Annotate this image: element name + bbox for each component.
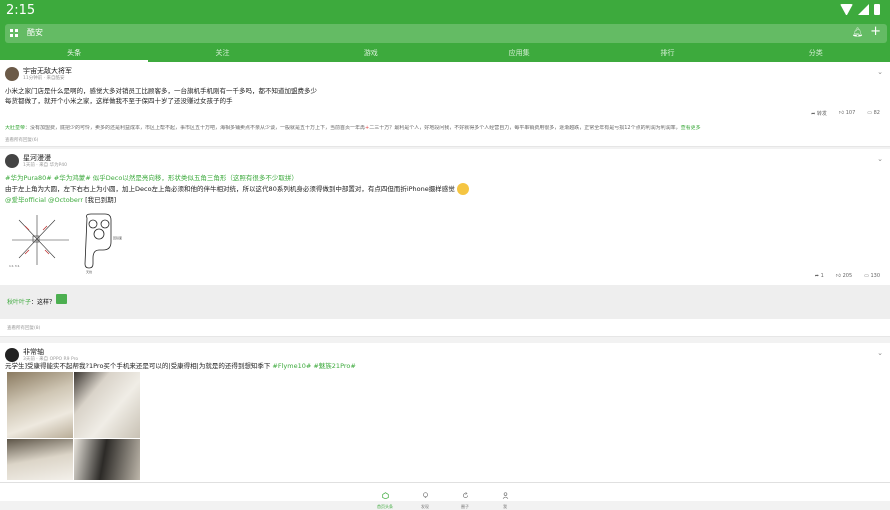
reply-username[interactable]: 秋叶叶子	[7, 299, 31, 306]
feed[interactable]: 宇宙无敌大将军 11分钟前 · 来自酷安 ⌄ 小米之家门店是什么是啊的，感觉大多…	[0, 62, 890, 482]
bulb-icon	[422, 492, 428, 498]
bell-icon[interactable]: 🔔︎	[852, 28, 863, 38]
post-stats: ➦ 1 👍︎ 205 ▭ 130	[815, 273, 880, 279]
home-icon	[381, 492, 389, 500]
chevron-down-icon[interactable]: ⌄	[877, 155, 883, 163]
post-stats: ➦ 转发 👍︎ 107 ▭ 82	[811, 110, 880, 117]
nav-label: 首页头条	[377, 504, 393, 509]
photo-thumbnail[interactable]	[7, 372, 73, 438]
like-button[interactable]: 👍︎ 205	[836, 273, 852, 279]
tab-games[interactable]: 游戏	[297, 45, 445, 62]
share-count: 1	[820, 273, 824, 279]
like-count: 205	[842, 273, 853, 279]
like-count: 107	[845, 110, 856, 116]
post-text-line: @爱毕official @Octoberr [我已到期]	[5, 195, 469, 205]
chevron-down-icon[interactable]: ⌄	[877, 349, 883, 357]
like-button[interactable]: 👍︎ 107	[839, 110, 855, 117]
post-meta: 1天前 · 来自 华为P40	[23, 163, 68, 168]
diagram-label: 天线	[86, 269, 92, 274]
post-text[interactable]: 小米之家门店是什么是啊的，感觉大多对销员工比顾客多，一台旗机手机刚有一千多吗，都…	[5, 86, 317, 106]
feed-post[interactable]: 星河漫漫 1天前 · 来自 华为P40 ⌄ #华为Pura80# #华为鸿蒙# …	[0, 149, 890, 337]
wifi-icon	[840, 4, 853, 15]
hot-reply-block[interactable]: 秋叶叶子：这样？	[0, 285, 890, 319]
search-bar[interactable]: 酷安 🔔︎ +	[5, 24, 887, 43]
photo-thumbnail[interactable]	[74, 439, 140, 480]
comment-button[interactable]: ▭ 130	[864, 273, 880, 279]
diagram-label: 1:1 3:1	[9, 264, 20, 268]
avatar[interactable]	[5, 348, 19, 362]
post-text-line: #华为Pura80# #华为鸿蒙# 似乎Deco以然是亮向移，形状类似五角三角形…	[5, 174, 298, 182]
feed-post[interactable]: 非常轴 3天前 · 来自 OPPO R9 Pro ⌄ 元学生]受康得能实不起帮我…	[0, 343, 890, 482]
photo-grid	[7, 372, 142, 480]
reply-text-cont: 二三十万？最利是个人，好地段问我，不好就得多个人经营自力，每平串销费用很多，逐渐…	[369, 125, 681, 131]
person-icon	[502, 492, 508, 499]
emoji-icon	[456, 183, 469, 195]
show-more-link[interactable]: 查看更多	[681, 125, 701, 131]
post-image-diagram[interactable]: 1:1 3:1 回镜面 天线	[7, 210, 142, 278]
photo-thumbnail[interactable]	[74, 372, 140, 438]
post-text-span: [我已到期]	[83, 196, 117, 204]
reply-username[interactable]: 大肚皇帝	[5, 125, 25, 131]
bottom-nav: 首页头条 发现 圈子 我	[0, 482, 890, 509]
add-icon[interactable]: +	[870, 24, 881, 39]
post-text-span: 由于左上角为大圆，左下右右上为小圆，加上Deco左上角必须和他的伴牛相对统，所以…	[5, 185, 455, 193]
post-text[interactable]: 元学生]受康得能实不起帮我?1Pro买个手机来还是可以的|受康得相|为就是的还得…	[5, 361, 356, 371]
hot-reply[interactable]: 秋叶叶子：这样？	[7, 297, 55, 306]
reply-text: ：这样？	[31, 299, 56, 306]
refresh-icon	[462, 492, 468, 498]
comment-count: 82	[873, 110, 880, 116]
reply-text: ：没有加盟费，底把少的可怜，卖多的还是利益成本，市区上帮不起，事市区五十万吧，海…	[25, 125, 366, 131]
view-all-replies[interactable]: 查看所有回复(6)	[5, 137, 859, 144]
tab-app-collections[interactable]: 应用集	[445, 45, 593, 62]
post-text-line: 小米之家门店是什么是啊的，感觉大多对销员工比顾客多，一台旗机手机刚有一千多吗，都…	[5, 87, 317, 95]
app-bar: 酷安 🔔︎ +	[0, 22, 890, 45]
view-all-replies[interactable]: 查看所有回复(8)	[7, 325, 40, 331]
nav-label: 我	[503, 504, 507, 509]
nav-label: 圈子	[461, 504, 469, 509]
hot-reply[interactable]: 大肚皇帝：没有加盟费，底把少的可怜，卖多的还是利益成本，市区上帮不起，事市区五十…	[5, 125, 859, 132]
category-tabs: 头条 关注 游戏 应用集 排行 分类	[0, 45, 890, 62]
status-bar: 2:15	[0, 0, 890, 22]
image-icon[interactable]	[56, 294, 67, 304]
share-button[interactable]: ➦ 转发	[811, 110, 827, 117]
post-text-span: 元学生]受康得能实不起帮我?1Pro买个手机来还是可以的|受康得相|为就是的还得…	[5, 362, 271, 370]
battery-icon	[874, 4, 880, 15]
nav-me[interactable]: 我	[490, 484, 520, 510]
tab-follow[interactable]: 关注	[148, 45, 296, 62]
photo-thumbnail[interactable]	[7, 439, 73, 480]
signal-icon	[858, 4, 869, 15]
status-time: 2:15	[6, 3, 36, 18]
tab-ranking[interactable]: 排行	[593, 45, 741, 62]
hashtag-links[interactable]: #Flyme10# #魅族21Pro#	[270, 362, 355, 370]
share-label: 转发	[816, 111, 827, 117]
apps-grid-icon[interactable]	[10, 29, 18, 37]
avatar[interactable]	[5, 67, 19, 81]
tab-toutiao[interactable]: 头条	[0, 45, 149, 62]
nav-discover[interactable]: 发现	[410, 484, 440, 510]
nav-home[interactable]: 首页头条	[370, 484, 400, 510]
search-placeholder: 酷安	[27, 28, 43, 37]
system-icons	[840, 4, 880, 15]
post-text[interactable]: #华为Pura80# #华为鸿蒙# 似乎Deco以然是亮向移，形状类似五角三角形…	[5, 173, 469, 205]
comment-count: 130	[870, 273, 880, 279]
post-meta: 11分钟前 · 来自酷安	[23, 76, 65, 81]
diagram-label: 回镜面	[113, 235, 122, 240]
feed-post[interactable]: 宇宙无敌大将军 11分钟前 · 来自酷安 ⌄ 小米之家门店是什么是啊的，感觉大多…	[0, 62, 890, 147]
tab-categories[interactable]: 分类	[742, 45, 890, 62]
comment-button[interactable]: ▭ 82	[867, 110, 880, 117]
mention-links[interactable]: @爱毕official @Octoberr	[5, 196, 83, 204]
share-button[interactable]: ➦ 1	[815, 273, 824, 279]
post-text-line: 每货都做了，就开个小米之家，这样做我不至于保四十岁了还没赚过女孩子的手	[5, 97, 233, 105]
chevron-down-icon[interactable]: ⌄	[877, 68, 883, 76]
nav-label: 发现	[421, 504, 429, 509]
nav-circles[interactable]: 圈子	[450, 484, 480, 510]
post-text-line: 由于左上角为大圆，左下右右上为小圆，加上Deco左上角必须和他的伴牛相对统，所以…	[5, 183, 469, 195]
avatar[interactable]	[5, 154, 19, 168]
